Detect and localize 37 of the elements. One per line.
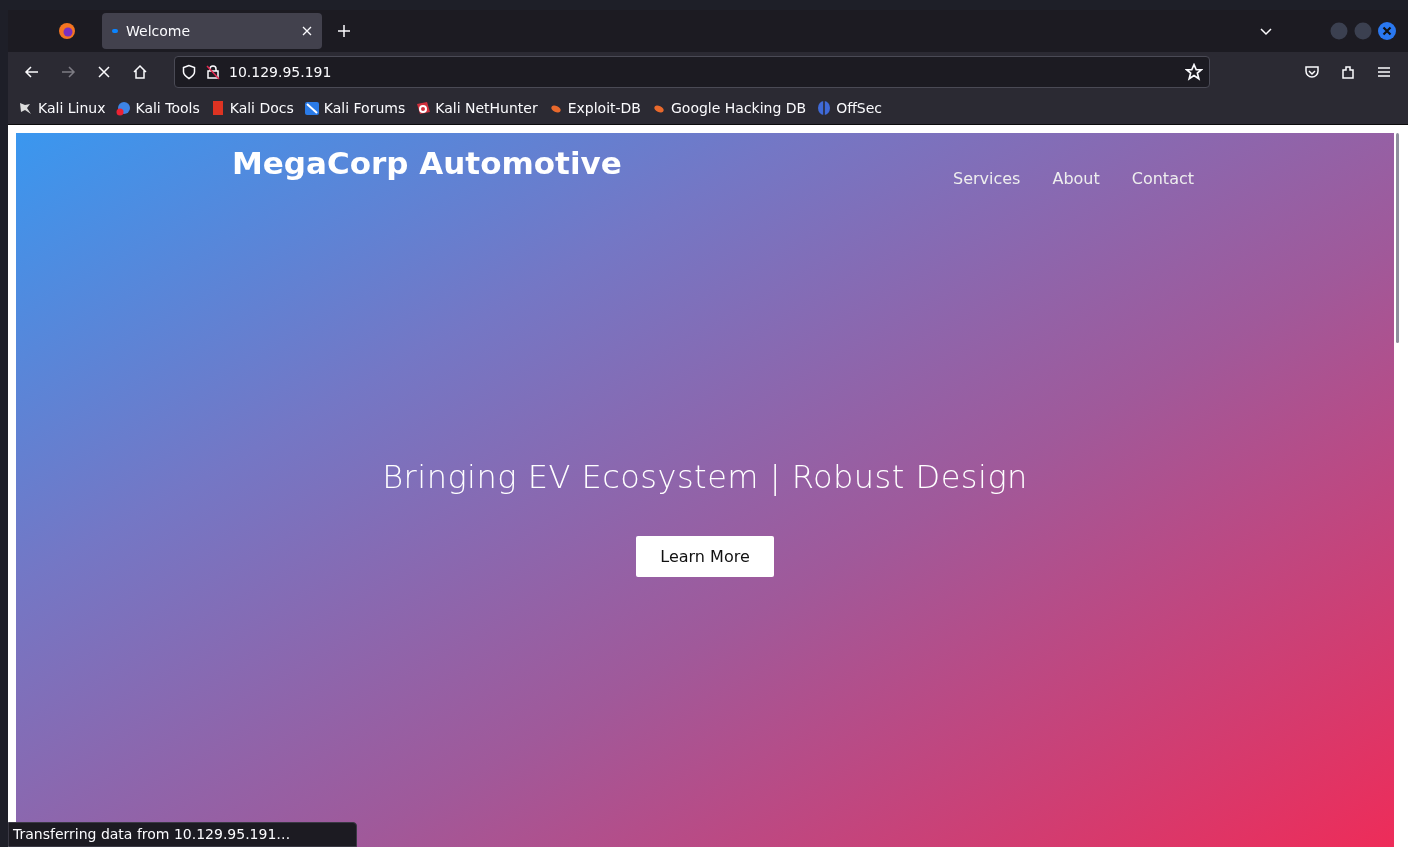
plus-icon (336, 23, 352, 39)
loading-icon (112, 29, 118, 33)
browser-logo-icon[interactable] (58, 22, 76, 40)
browser-tab[interactable]: Welcome (102, 13, 322, 49)
status-text: Transferring data from 10.129.95.191… (8, 822, 358, 847)
offsec-icon (816, 100, 833, 116)
address-bar[interactable]: 10.129.95.191 (174, 56, 1210, 88)
stop-icon (96, 64, 112, 80)
bookmark-item[interactable]: Kali Forums (303, 100, 406, 116)
nav-link[interactable]: Services (952, 169, 1021, 188)
menu-icon (1376, 64, 1392, 80)
back-arrow-icon (24, 64, 40, 80)
home-icon (132, 64, 148, 80)
bookmark-item[interactable]: OffSec (816, 100, 883, 116)
nav-link[interactable]: Contact (1131, 169, 1194, 188)
scrollbar-thumb[interactable] (1396, 133, 1399, 343)
insecure-lock-icon (205, 64, 221, 80)
learn-more-button[interactable]: Learn More (636, 536, 774, 577)
close-button[interactable] (1378, 22, 1396, 40)
close-icon[interactable] (302, 26, 312, 36)
bookmark-item[interactable]: Google Hacking DB (651, 100, 807, 116)
forward-arrow-icon (60, 64, 76, 80)
star-icon[interactable] (1185, 63, 1203, 81)
bookmark-item[interactable]: Kali Docs (209, 100, 294, 116)
nethunter-icon (415, 100, 432, 116)
bookmark-item[interactable]: Kali Linux (18, 100, 106, 116)
shield-icon (181, 64, 197, 80)
pocket-icon (1304, 64, 1320, 80)
url-text: 10.129.95.191 (229, 64, 333, 80)
nav-link[interactable]: About (1052, 169, 1100, 188)
bookmark-item[interactable]: Kali Tools (115, 100, 200, 116)
site-title: MegaCorp Automotive (232, 145, 622, 183)
bookmark-item[interactable]: Kali NetHunter (415, 100, 538, 116)
hero-headline: Bringing EV Ecosystem | Robust Design (382, 458, 1028, 496)
puzzle-icon (1340, 64, 1356, 80)
forum-icon (303, 100, 320, 116)
bookmark-item[interactable]: Exploit-DB (547, 100, 641, 116)
